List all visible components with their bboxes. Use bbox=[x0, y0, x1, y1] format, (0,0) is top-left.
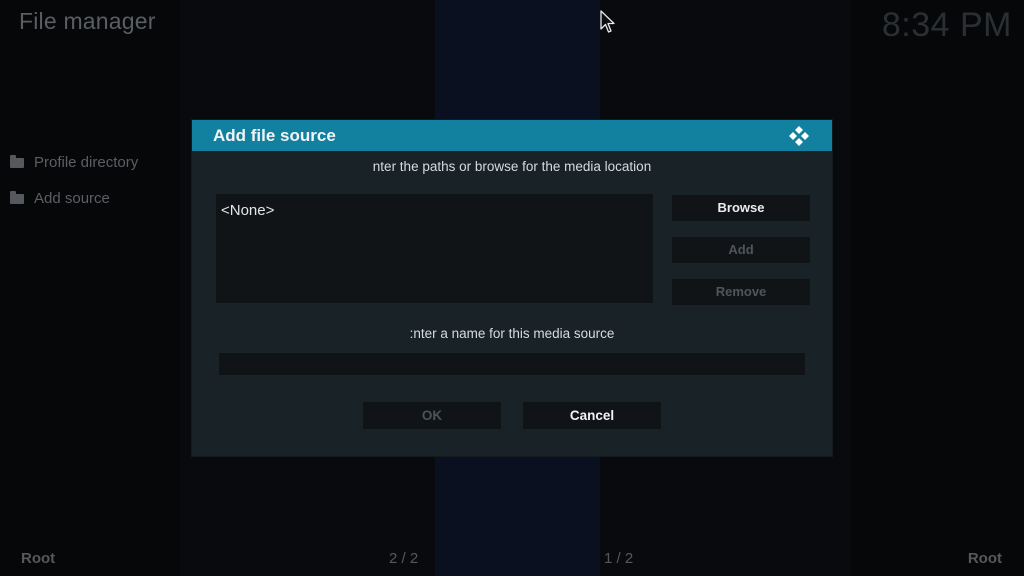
dialog-title: Add file source bbox=[213, 126, 336, 145]
page-title: File manager bbox=[19, 8, 156, 34]
add-file-source-dialog: Add file source nter the paths or browse… bbox=[192, 120, 832, 456]
footer-right-label: Root bbox=[967, 550, 1002, 567]
add-button[interactable]: Add bbox=[672, 237, 810, 263]
footer-left-page-count: 2 / 2 bbox=[389, 550, 419, 567]
folder-icon bbox=[10, 154, 24, 168]
browse-button[interactable]: Browse bbox=[672, 195, 810, 221]
source-paths-list[interactable]: <None> bbox=[216, 194, 653, 303]
sidebar-item-label: Add source bbox=[34, 190, 110, 207]
cancel-button[interactable]: Cancel bbox=[523, 402, 661, 429]
ok-button[interactable]: OK bbox=[363, 402, 501, 429]
footer-left-label: Root bbox=[21, 550, 56, 567]
sidebar-item-profile-directory[interactable]: Profile directory bbox=[10, 154, 138, 171]
clock: 8:34 PM bbox=[881, 6, 1012, 44]
background-panel bbox=[0, 0, 180, 576]
kodi-logo-icon bbox=[789, 126, 809, 146]
sidebar-item-label: Profile directory bbox=[34, 154, 139, 171]
sidebar-item-add-source[interactable]: Add source bbox=[10, 190, 110, 207]
background-panel bbox=[850, 0, 1024, 576]
remove-button[interactable]: Remove bbox=[672, 279, 810, 305]
dialog-header: Add file source bbox=[192, 120, 832, 151]
footer-right-page-count: 1 / 2 bbox=[604, 550, 634, 567]
name-prompt: :nter a name for this media source bbox=[409, 326, 615, 341]
screen: File manager 8:34 PM Profile directory A… bbox=[0, 0, 1024, 576]
mouse-cursor-icon bbox=[600, 10, 615, 33]
list-item[interactable]: <None> bbox=[221, 202, 274, 219]
paths-prompt: nter the paths or browse for the media l… bbox=[372, 159, 652, 174]
media-source-name-input[interactable] bbox=[219, 353, 805, 375]
folder-icon bbox=[10, 190, 24, 204]
